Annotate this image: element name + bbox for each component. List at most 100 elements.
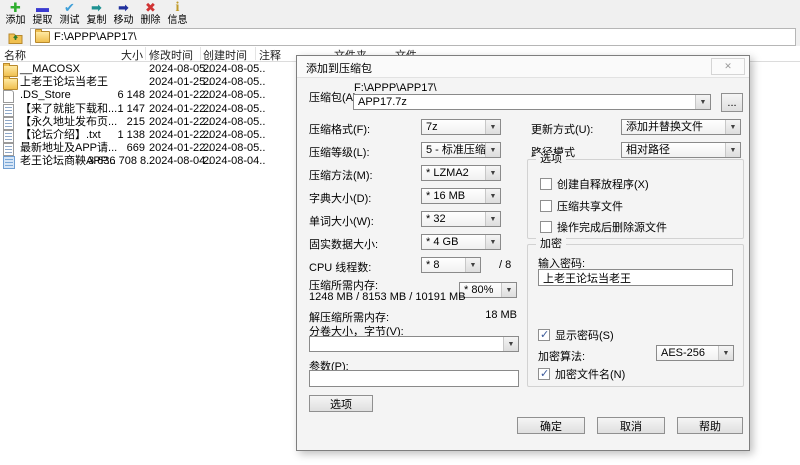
file-size: 6 148 — [117, 89, 145, 101]
dictionary-combobox[interactable]: * 16 MB ▼ — [421, 188, 501, 204]
close-button[interactable]: ✕ — [711, 58, 745, 75]
dialog-title-bar[interactable]: 添加到压缩包 ✕ — [297, 56, 749, 78]
update-mode-value: 添加并替换文件 — [626, 121, 703, 133]
delete-after-checkbox[interactable]: 操作完成后删除源文件 — [540, 219, 667, 235]
file-row[interactable]: 上老王论坛当老王 2024-01-25.. 2024-08-05.. — [0, 76, 296, 90]
chevron-down-icon[interactable]: ▼ — [501, 283, 516, 297]
word-size-combobox[interactable]: * 32 ▼ — [421, 211, 501, 227]
file-created: 2024-08-05.. — [203, 142, 266, 154]
cancel-button-label: 取消 — [620, 420, 642, 433]
chevron-down-icon[interactable]: ▼ — [725, 120, 740, 134]
file-created: 2024-08-05.. — [203, 129, 266, 141]
method-label: 压缩方法(M): — [309, 170, 373, 182]
path-mode-value: 相对路径 — [626, 144, 670, 156]
file-name: 上老王论坛当老王 — [20, 76, 108, 88]
chevron-down-icon[interactable]: ▼ — [503, 337, 518, 351]
chevron-down-icon[interactable]: ▼ — [485, 235, 500, 249]
solid-block-label: 固实数据大小: — [309, 239, 379, 251]
checkbox-icon — [540, 178, 552, 190]
password-input[interactable] — [538, 269, 733, 286]
chevron-down-icon[interactable]: ▼ — [485, 189, 500, 203]
ok-button[interactable]: 确定 — [517, 417, 585, 434]
cpu-threads-max: / 8 — [499, 259, 512, 271]
delete-after-label: 操作完成后删除源文件 — [557, 222, 667, 234]
chevron-down-icon[interactable]: ▼ — [695, 95, 710, 109]
help-button-label: 帮助 — [699, 420, 721, 433]
options-button-label: 选项 — [330, 398, 352, 411]
chevron-down-icon[interactable]: ▼ — [485, 143, 500, 157]
level-value: 5 - 标准压缩 — [426, 144, 486, 156]
solid-block-value: * 4 GB — [426, 236, 459, 248]
file-name: __MACOSX — [20, 63, 80, 75]
dictionary-value: * 16 MB — [426, 190, 466, 202]
update-mode-combobox[interactable]: 添加并替换文件 ▼ — [621, 119, 741, 135]
chevron-down-icon[interactable]: ▼ — [485, 120, 500, 134]
checkbox-icon — [538, 328, 550, 341]
file-row[interactable]: 【论坛介绍】.txt 1 138 2024-01-22.. 2024-08-05… — [0, 129, 296, 143]
format-combobox[interactable]: 7z ▼ — [421, 119, 501, 135]
path-mode-combobox[interactable]: 相对路径 ▼ — [621, 142, 741, 158]
file-size: 1 147 — [117, 103, 145, 115]
chevron-down-icon[interactable]: ▼ — [725, 143, 740, 157]
memory-percent-value: * 80% — [464, 284, 494, 296]
encryption-method-label: 加密算法: — [538, 351, 586, 363]
options-button[interactable]: 选项 — [309, 395, 373, 412]
cpu-threads-value: * 8 — [426, 259, 440, 271]
method-combobox[interactable]: * LZMA2 ▼ — [421, 165, 501, 181]
cpu-threads-label: CPU 线程数: — [309, 262, 372, 274]
browse-button[interactable]: ... — [721, 93, 743, 112]
level-combobox[interactable]: 5 - 标准压缩 ▼ — [421, 142, 501, 158]
split-volume-combobox[interactable]: ▼ — [309, 336, 519, 352]
show-password-checkbox[interactable]: 显示密码(S) — [538, 327, 614, 343]
file-list: __MACOSX 2024-08-05.. 2024-08-05.. 上老王论坛… — [0, 0, 296, 465]
options-group-title: 选项 — [536, 153, 566, 165]
file-created: 2024-08-05.. — [203, 63, 266, 75]
encryption-method-combobox[interactable]: AES-256 ▼ — [656, 345, 734, 361]
memory-usage-value: 1248 MB / 8153 MB / 10191 MB — [309, 291, 466, 303]
file-created: 2024-08-05.. — [203, 89, 266, 101]
file-row[interactable]: 【永久地址发布页... 215 2024-01-22.. 2024-08-05.… — [0, 116, 296, 130]
chevron-down-icon[interactable]: ▼ — [718, 346, 733, 360]
compress-shared-checkbox[interactable]: 压缩共享文件 — [540, 198, 623, 214]
cpu-threads-combobox[interactable]: * 8 ▼ — [421, 257, 481, 273]
file-row[interactable]: 【来了就能下载和... 1 147 2024-01-22.. 2024-08-0… — [0, 103, 296, 117]
checkbox-icon — [540, 200, 552, 212]
create-sfx-checkbox[interactable]: 创建自释放程序(X) — [540, 176, 649, 192]
cancel-button[interactable]: 取消 — [597, 417, 665, 434]
browse-label: ... — [727, 96, 737, 109]
show-password-label: 显示密码(S) — [555, 330, 614, 342]
encrypt-filenames-label: 加密文件名(N) — [555, 369, 626, 381]
compress-shared-label: 压缩共享文件 — [557, 201, 623, 213]
chevron-down-icon[interactable]: ▼ — [485, 166, 500, 180]
chevron-down-icon[interactable]: ▼ — [485, 212, 500, 226]
update-mode-label: 更新方式(U): — [531, 124, 594, 136]
archive-name-combobox[interactable]: APP17.7z ▼ — [353, 94, 711, 110]
file-created: 2024-08-05.. — [203, 76, 266, 88]
parameters-input[interactable] — [309, 370, 519, 387]
screen: { "window": { "toolbar": [ {"icon":"add-… — [0, 0, 800, 465]
encrypt-filenames-checkbox[interactable]: 加密文件名(N) — [538, 366, 625, 382]
chevron-down-icon[interactable]: ▼ — [465, 258, 480, 272]
dictionary-label: 字典大小(D): — [309, 193, 372, 205]
file-size: 1 138 — [117, 129, 145, 141]
file-name: .DS_Store — [20, 89, 71, 101]
help-button[interactable]: 帮助 — [677, 417, 743, 434]
file-created: 2024-08-05.. — [203, 116, 266, 128]
archive-name-value: APP17.7z — [358, 96, 407, 108]
dialog-title: 添加到压缩包 — [306, 63, 372, 75]
file-row[interactable]: 老王论坛商鞅APP... 3 636 708 8.. 2024-08-04.. … — [0, 155, 296, 169]
file-created: 2024-08-04.. — [203, 155, 266, 167]
file-row[interactable]: 最新地址及APP请... 669 2024-01-22.. 2024-08-05… — [0, 142, 296, 156]
solid-block-combobox[interactable]: * 4 GB ▼ — [421, 234, 501, 250]
memory-percent-combobox[interactable]: * 80% ▼ — [459, 282, 517, 298]
method-value: * LZMA2 — [426, 167, 469, 179]
file-size: 3 636 708 8.. — [88, 155, 153, 167]
file-size: 215 — [126, 116, 145, 128]
file-row[interactable]: __MACOSX 2024-08-05.. 2024-08-05.. — [0, 63, 296, 77]
level-label: 压缩等级(L): — [309, 147, 370, 159]
file-row[interactable]: .DS_Store 6 148 2024-01-22.. 2024-08-05.… — [0, 89, 296, 103]
file-size: 669 — [126, 142, 145, 154]
create-sfx-label: 创建自释放程序(X) — [557, 179, 649, 191]
add-to-archive-dialog: 添加到压缩包 ✕ 压缩包(A): F:\APPP\APP17\ APP17.7z… — [296, 55, 750, 451]
word-size-value: * 32 — [426, 213, 446, 225]
